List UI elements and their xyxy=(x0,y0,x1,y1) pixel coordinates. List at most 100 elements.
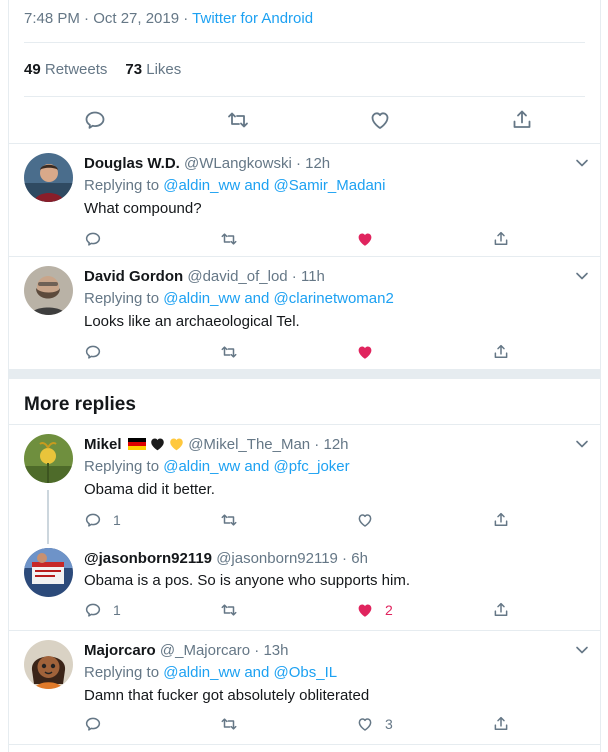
like-button[interactable] xyxy=(356,229,374,249)
germany-flag-icon xyxy=(127,438,146,450)
reply-button[interactable]: 1 xyxy=(84,600,121,620)
tweet-header: David Gordon @david_of_lod · 11h xyxy=(84,268,325,285)
mention-link[interactable]: @clarinetwoman2 xyxy=(274,290,394,307)
retweet-button[interactable] xyxy=(220,510,238,530)
reply-button[interactable] xyxy=(84,714,102,734)
like-button[interactable] xyxy=(356,342,374,362)
mention-link[interactable]: @pfc_joker xyxy=(274,458,350,475)
divider xyxy=(9,744,600,745)
avatar[interactable] xyxy=(24,548,73,597)
tweet-text: What compound? xyxy=(84,200,202,217)
share-button[interactable] xyxy=(492,600,510,620)
reply-count: 1 xyxy=(113,602,121,618)
retweet-button[interactable] xyxy=(220,342,238,362)
tweet-actions xyxy=(9,104,600,136)
like-count: 3 xyxy=(385,716,393,732)
reply-tweet[interactable]: David Gordon @david_of_lod · 11h Replyin… xyxy=(9,256,600,369)
reply-tweet[interactable]: Mikel @Mikel_The_Man · 12h Replying to @… xyxy=(9,424,600,540)
display-name[interactable]: David Gordon xyxy=(84,268,183,285)
divider xyxy=(24,96,585,97)
handle-time[interactable]: @WLangkowski · 12h xyxy=(184,155,330,172)
display-name[interactable]: Mikel xyxy=(84,436,122,453)
share-button[interactable] xyxy=(492,510,510,530)
section-separator xyxy=(9,369,600,379)
reply-tweet[interactable]: @jasonborn92119 @jasonborn92119 · 6h Oba… xyxy=(9,540,600,630)
like-icon xyxy=(358,718,372,731)
retweet-icon xyxy=(221,514,237,526)
display-name[interactable]: Majorcaro xyxy=(84,642,156,659)
tweet-actions xyxy=(84,342,514,364)
share-icon xyxy=(494,602,508,616)
handle-time[interactable]: @jasonborn92119 · 6h xyxy=(216,550,368,567)
like-button[interactable]: 2 xyxy=(356,600,393,620)
divider xyxy=(24,42,585,43)
reply-icon xyxy=(85,603,101,617)
reply-button[interactable] xyxy=(84,342,102,362)
replying-prefix: Replying to xyxy=(84,458,164,475)
retweet-button[interactable] xyxy=(220,600,238,620)
chevron-down-icon[interactable] xyxy=(574,155,590,171)
mention-and: and xyxy=(240,177,274,194)
display-name[interactable]: Douglas W.D. xyxy=(84,155,180,172)
share-icon xyxy=(494,231,508,245)
tweet-detail-panel: 7:48 PM · Oct 27, 2019 · Twitter for And… xyxy=(8,0,601,752)
replying-prefix: Replying to xyxy=(84,664,164,681)
tweet-text: Looks like an archaeological Tel. xyxy=(84,313,300,330)
reply-button[interactable]: 1 xyxy=(84,510,121,530)
avatar[interactable] xyxy=(24,153,73,202)
mention-link[interactable]: @aldin_ww xyxy=(163,290,240,307)
tweet-header: @jasonborn92119 @jasonborn92119 · 6h xyxy=(84,550,368,567)
avatar[interactable] xyxy=(24,640,73,689)
reply-button[interactable] xyxy=(84,229,102,249)
reply-tweet[interactable]: Douglas W.D. @WLangkowski · 12h Replying… xyxy=(9,143,600,256)
share-icon xyxy=(494,344,508,358)
retweets-stat[interactable]: 49 Retweets xyxy=(24,61,107,78)
tweet-header: Douglas W.D. @WLangkowski · 12h xyxy=(84,155,330,172)
avatar[interactable] xyxy=(24,434,73,483)
mention-link[interactable]: @aldin_ww xyxy=(163,177,240,194)
retweet-button[interactable] xyxy=(220,714,238,734)
replying-to: Replying to @aldin_ww and @clarinetwoman… xyxy=(84,290,394,307)
tweet-time[interactable]: 7:48 PM · Oct 27, 2019 xyxy=(24,10,179,27)
mention-link[interactable]: @Samir_Madani xyxy=(274,177,386,194)
mention-and: and xyxy=(240,664,274,681)
like-icon[interactable] xyxy=(368,108,392,132)
retweet-button[interactable] xyxy=(220,229,238,249)
reply-icon[interactable] xyxy=(83,108,107,132)
likes-stat[interactable]: 73 Likes xyxy=(125,61,181,78)
handle-time[interactable]: @Mikel_The_Man · 12h xyxy=(188,436,348,453)
share-button[interactable] xyxy=(492,342,510,362)
chevron-down-icon[interactable] xyxy=(574,268,590,284)
handle-time[interactable]: @david_of_lod · 11h xyxy=(187,268,325,285)
avatar[interactable] xyxy=(24,266,73,315)
like-button[interactable] xyxy=(356,510,374,530)
mention-link[interactable]: @aldin_ww xyxy=(163,458,240,475)
chevron-down-icon[interactable] xyxy=(574,642,590,658)
reply-icon xyxy=(85,345,101,359)
retweet-icon[interactable] xyxy=(226,108,250,132)
like-button[interactable]: 3 xyxy=(356,714,393,734)
share-icon xyxy=(494,512,508,526)
replying-to: Replying to @aldin_ww and @pfc_joker xyxy=(84,458,350,475)
retweet-icon xyxy=(221,604,237,616)
tweet-actions: 1 xyxy=(84,510,514,532)
reply-count: 1 xyxy=(113,512,121,528)
share-button[interactable] xyxy=(492,229,510,249)
reply-tweet[interactable]: Majorcaro @_Majorcaro · 13h Replying to … xyxy=(9,630,600,742)
tweet-text: Obama did it better. xyxy=(84,481,215,498)
share-button[interactable] xyxy=(492,714,510,734)
replying-to: Replying to @aldin_ww and @Obs_IL xyxy=(84,664,337,681)
display-name[interactable]: @jasonborn92119 xyxy=(84,550,212,567)
mention-link[interactable]: @aldin_ww xyxy=(163,664,240,681)
more-replies-heading: More replies xyxy=(24,394,136,415)
like-filled-icon xyxy=(358,604,372,617)
mention-and: and xyxy=(240,458,274,475)
mention-link[interactable]: @Obs_IL xyxy=(274,664,338,681)
tweet-text: Obama is a pos. So is anyone who support… xyxy=(84,572,411,589)
share-icon[interactable] xyxy=(510,108,534,132)
reply-icon xyxy=(85,717,101,731)
handle-time[interactable]: @_Majorcaro · 13h xyxy=(160,642,289,659)
retweet-icon xyxy=(221,346,237,358)
chevron-down-icon[interactable] xyxy=(574,436,590,452)
tweet-source-app[interactable]: Twitter for Android xyxy=(192,10,313,27)
